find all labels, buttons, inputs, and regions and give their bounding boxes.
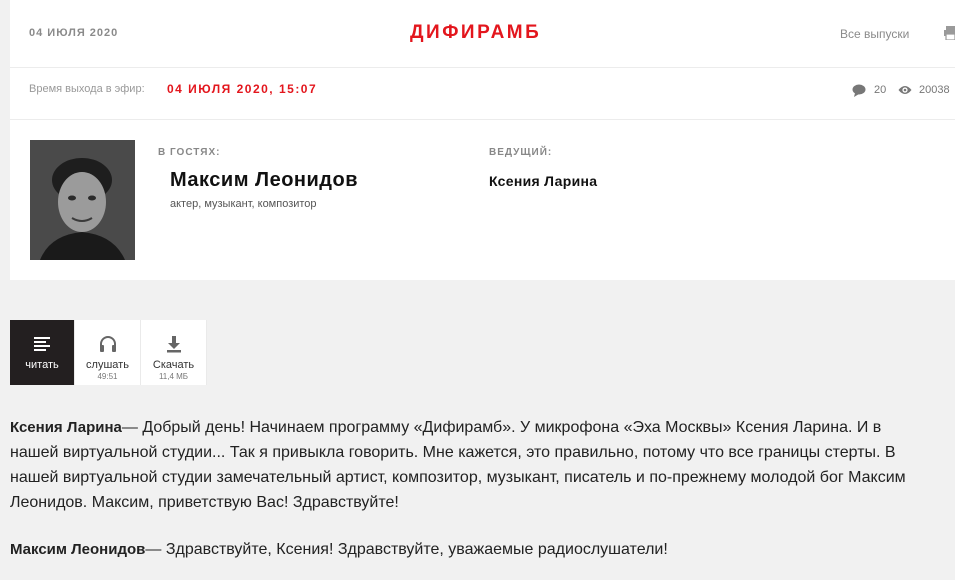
tab-read[interactable]: читать: [10, 320, 75, 385]
program-title[interactable]: ДИФИРАМБ: [410, 22, 541, 44]
program-header: 04 ИЮЛЯ 2020 ДИФИРАМБ Все выпуски: [10, 0, 955, 68]
file-size: 11,4 МБ: [158, 372, 189, 381]
print-icon[interactable]: [944, 26, 955, 40]
guest-description: актер, музыкант, композитор: [170, 198, 317, 210]
tab-listen-label: слушать: [86, 359, 129, 371]
air-time-label: Время выхода в эфир:: [29, 83, 145, 95]
all-issues-link[interactable]: Все выпуски: [840, 27, 909, 41]
guests-label: В ГОСТЯХ:: [158, 147, 221, 158]
transcript-paragraph: Максим Леонидов— Здравствуйте, Ксения! З…: [10, 537, 930, 562]
transcript-paragraph: Ксения Ларина— Добрый день! Начинаем про…: [10, 415, 930, 515]
views-count: 20038: [919, 84, 950, 96]
host-name[interactable]: Ксения Ларина: [489, 173, 597, 189]
tab-download[interactable]: Скачать 11,4 МБ: [141, 320, 207, 385]
transcript: Ксения Ларина— Добрый день! Начинаем про…: [10, 415, 930, 580]
speech-text: — Добрый день! Начинаем программу «Дифир…: [10, 419, 906, 511]
air-time-value: 04 ИЮЛЯ 2020, 15:07: [167, 82, 318, 96]
comments-icon[interactable]: [852, 84, 866, 97]
headphones-icon: [99, 336, 116, 352]
speech-text: — Здравствуйте, Ксения! Здравствуйте, ув…: [145, 541, 668, 558]
speaker-name: Максим Леонидов: [10, 541, 146, 558]
tab-read-label: читать: [25, 359, 59, 371]
download-icon: [166, 336, 181, 353]
text-lines-icon: [34, 337, 50, 351]
guest-photo: [30, 140, 135, 260]
comments-count[interactable]: 20: [874, 84, 886, 96]
tab-listen[interactable]: слушать 49:51: [75, 320, 141, 385]
issue-date: 04 ИЮЛЯ 2020: [29, 27, 119, 39]
host-label: ВЕДУЩИЙ:: [489, 147, 553, 158]
audio-duration: 49:51: [97, 372, 118, 381]
speaker-name: Ксения Ларина: [10, 419, 122, 436]
eye-icon: [898, 86, 912, 94]
content-mode-tabs: читать слушать 49:51 Скачать 11,4 МБ: [10, 320, 207, 385]
tab-download-label: Скачать: [152, 359, 195, 371]
broadcast-info: Время выхода в эфир: 04 ИЮЛЯ 2020, 15:07…: [10, 68, 955, 120]
guest-name[interactable]: Максим Леонидов: [170, 169, 358, 192]
program-card: 04 ИЮЛЯ 2020 ДИФИРАМБ Все выпуски Время …: [10, 0, 955, 280]
